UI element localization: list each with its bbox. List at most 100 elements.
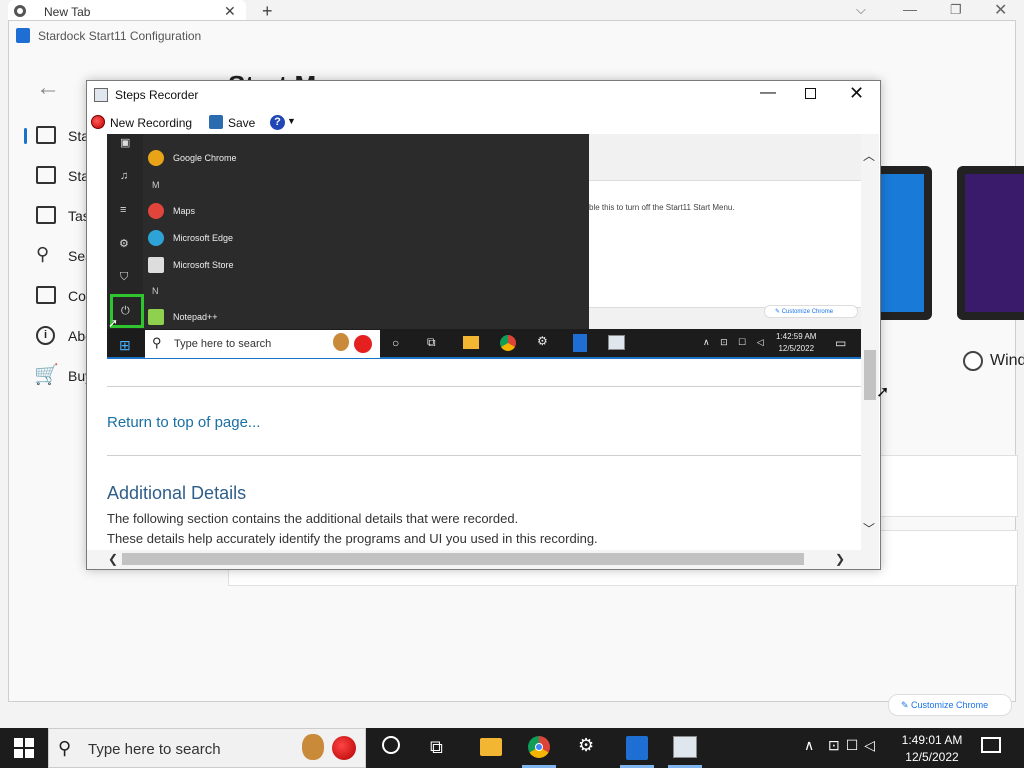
browser-minimize-button[interactable]: —	[903, 1, 917, 17]
start-menu-icon	[36, 126, 56, 144]
taskbar-clock-date[interactable]: 12/5/2022	[900, 750, 964, 764]
customize-chrome-button[interactable]: ✎ Customize Chrome	[888, 694, 1012, 716]
windows-logo-icon	[14, 738, 23, 747]
sidebar-item-configure[interactable]: Co	[68, 288, 86, 304]
section-divider	[107, 455, 861, 456]
steps-recorder-taskbar-icon[interactable]	[673, 736, 697, 758]
task-view-icon[interactable]: ⧉	[430, 737, 443, 758]
app-group-letter: M	[152, 180, 160, 190]
cortana-icon[interactable]	[382, 736, 400, 754]
music-icon: ♫	[120, 170, 129, 182]
embedded-settings-card	[589, 180, 861, 308]
save-button[interactable]: Save	[228, 116, 255, 130]
start11-window-title: Stardock Start11 Configuration	[38, 29, 202, 43]
scroll-right-icon[interactable]: ❯	[835, 552, 845, 566]
return-to-top-link[interactable]: Return to top of page...	[107, 414, 260, 431]
record-icon[interactable]	[91, 115, 105, 129]
embedded-ornament-icon	[354, 335, 372, 353]
keyboard-icon	[36, 286, 56, 304]
pictures-icon: ▣	[120, 137, 131, 149]
embedded-settings-icon: ⚙	[537, 334, 548, 348]
additional-details-heading: Additional Details	[107, 483, 247, 503]
app-group-letter: N	[152, 286, 159, 296]
help-dropdown-icon[interactable]: ▼	[287, 116, 296, 126]
embedded-tray-icons: ∧ ⊡ ☐ ◁	[703, 337, 768, 347]
embedded-clock-time: 1:42:59 AM	[776, 332, 817, 341]
tab-search-icon[interactable]: ⌵	[856, 2, 866, 18]
minimize-button[interactable]: —	[760, 84, 776, 102]
start-button-icon	[36, 166, 56, 184]
taskbar-icon	[36, 206, 56, 224]
pointer-icon: ➚	[108, 316, 119, 330]
embedded-clock: 1:42:59 AM 12/5/2022	[776, 331, 816, 355]
gear-icon: ⚙	[119, 238, 129, 250]
search-icon: ⚲	[36, 244, 50, 264]
embedded-search-placeholder: Type here to search	[174, 338, 272, 350]
horizontal-scroll-thumb[interactable]	[122, 553, 804, 565]
browser-maximize-button[interactable]: ❐	[950, 2, 962, 18]
vertical-scroll-thumb[interactable]	[864, 350, 876, 400]
app-list-item: Microsoft Edge	[173, 233, 234, 243]
notepad-plus-plus-icon	[148, 309, 164, 325]
embedded-clock-date: 12/5/2022	[778, 344, 815, 353]
embedded-explorer-icon	[463, 336, 479, 349]
windows-logo-icon	[25, 738, 34, 747]
power-icon: ⏻	[121, 305, 130, 317]
taskbar-search-icon: ⚲	[58, 738, 72, 758]
steps-recorder-title: Steps Recorder	[115, 88, 199, 102]
tab-close-icon[interactable]: ✕	[224, 3, 236, 20]
windows-start-button[interactable]	[14, 738, 34, 758]
start11-taskbar-icon[interactable]	[626, 736, 648, 760]
vertical-scrollbar[interactable]	[861, 134, 879, 550]
app-list-item: Microsoft Store	[173, 260, 234, 270]
embedded-cortana-icon: ○	[392, 336, 400, 350]
scroll-left-icon[interactable]: ❮	[108, 552, 118, 566]
steps-recorder-icon	[94, 88, 108, 102]
details-description: The following section contains the addit…	[107, 511, 519, 526]
windows-style-label: Wind	[990, 352, 1024, 369]
chrome-tab-icon	[14, 5, 26, 17]
taskbar-search-placeholder[interactable]: Type here to search	[88, 741, 221, 758]
scroll-up-icon[interactable]: ︿	[863, 147, 875, 164]
embedded-notification-icon: ▭	[835, 336, 847, 350]
steps-recorder-toolbar	[87, 111, 880, 133]
embedded-start11-icon	[573, 334, 587, 352]
file-explorer-icon[interactable]	[480, 738, 502, 756]
details-description: These details help accurately identify t…	[107, 531, 598, 546]
new-recording-button[interactable]: New Recording	[110, 116, 192, 130]
nav-active-indicator	[24, 128, 27, 144]
tray-icons[interactable]: ⊡☐◁	[828, 737, 881, 754]
scroll-down-icon[interactable]: ﹀	[863, 520, 875, 537]
embedded-hint-text: ble this to turn off the Start11 Start M…	[589, 203, 735, 212]
embedded-start-icon: ⊞	[119, 337, 131, 353]
settings-gear-icon[interactable]: ⚙	[578, 735, 594, 756]
info-icon: i	[36, 326, 55, 345]
section-divider	[107, 386, 861, 387]
embedded-customize-chrome: ✎ Customize Chrome	[764, 305, 858, 318]
notification-center-icon[interactable]	[981, 737, 1001, 753]
gingerbread-icon[interactable]	[302, 734, 324, 760]
maps-icon	[148, 203, 164, 219]
embedded-steps-recorder-icon	[608, 335, 625, 350]
embedded-chrome-icon	[500, 335, 516, 351]
edge-icon	[148, 230, 164, 246]
maximize-button[interactable]	[805, 88, 816, 99]
windows-logo-icon	[25, 749, 34, 758]
tray-chevron-icon[interactable]: ∧	[804, 737, 814, 754]
new-tab-button[interactable]: +	[262, 1, 273, 22]
browser-close-button[interactable]: ✕	[994, 0, 1007, 20]
windows-logo-icon	[14, 749, 23, 758]
save-icon[interactable]	[209, 115, 223, 129]
help-icon[interactable]: ?	[270, 115, 285, 130]
taskbar-clock-time[interactable]: 1:49:01 AM	[900, 733, 964, 747]
browser-tab-title: New Tab	[44, 5, 91, 19]
chrome-icon	[148, 150, 164, 166]
close-button[interactable]: ✕	[849, 83, 864, 104]
mouse-cursor-icon: ➚	[876, 384, 890, 401]
back-arrow-icon[interactable]: ←	[36, 74, 60, 102]
embedded-start-menu	[107, 134, 589, 329]
shield-icon: ⛉	[120, 271, 129, 283]
windows-style-radio[interactable]	[963, 351, 983, 371]
start-style-preview-2[interactable]	[957, 166, 1024, 320]
ornament-icon[interactable]	[332, 736, 356, 760]
